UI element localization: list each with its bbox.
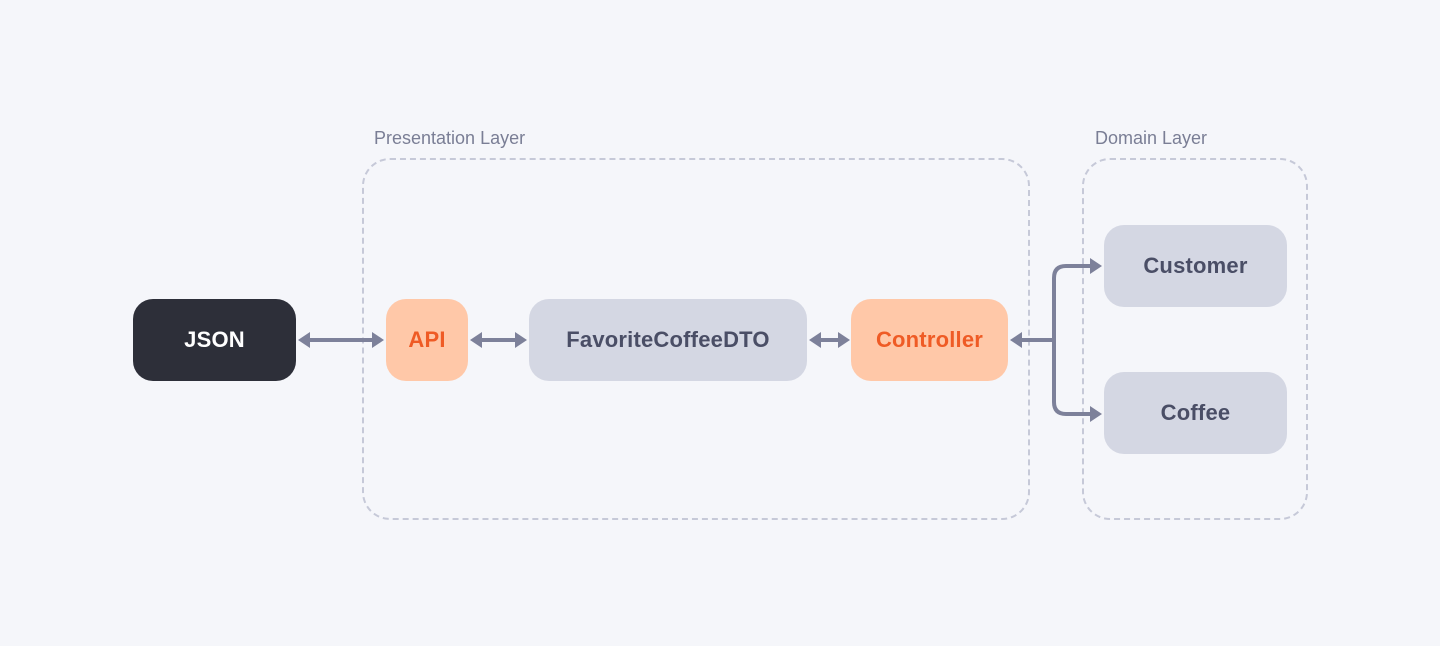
- node-coffee: Coffee: [1104, 372, 1287, 454]
- arrow-dto-controller: [807, 328, 852, 352]
- node-customer: Customer: [1104, 225, 1287, 307]
- node-controller: Controller: [851, 299, 1008, 381]
- arrow-json-api: [296, 328, 386, 352]
- node-json: JSON: [133, 299, 296, 381]
- presentation-layer-label: Presentation Layer: [374, 128, 525, 149]
- arrow-controller-domain: [1008, 250, 1104, 430]
- node-dto: FavoriteCoffeeDTO: [529, 299, 807, 381]
- node-api: API: [386, 299, 468, 381]
- arrow-api-dto: [468, 328, 529, 352]
- domain-layer-label: Domain Layer: [1095, 128, 1207, 149]
- domain-layer-box: [1082, 158, 1308, 520]
